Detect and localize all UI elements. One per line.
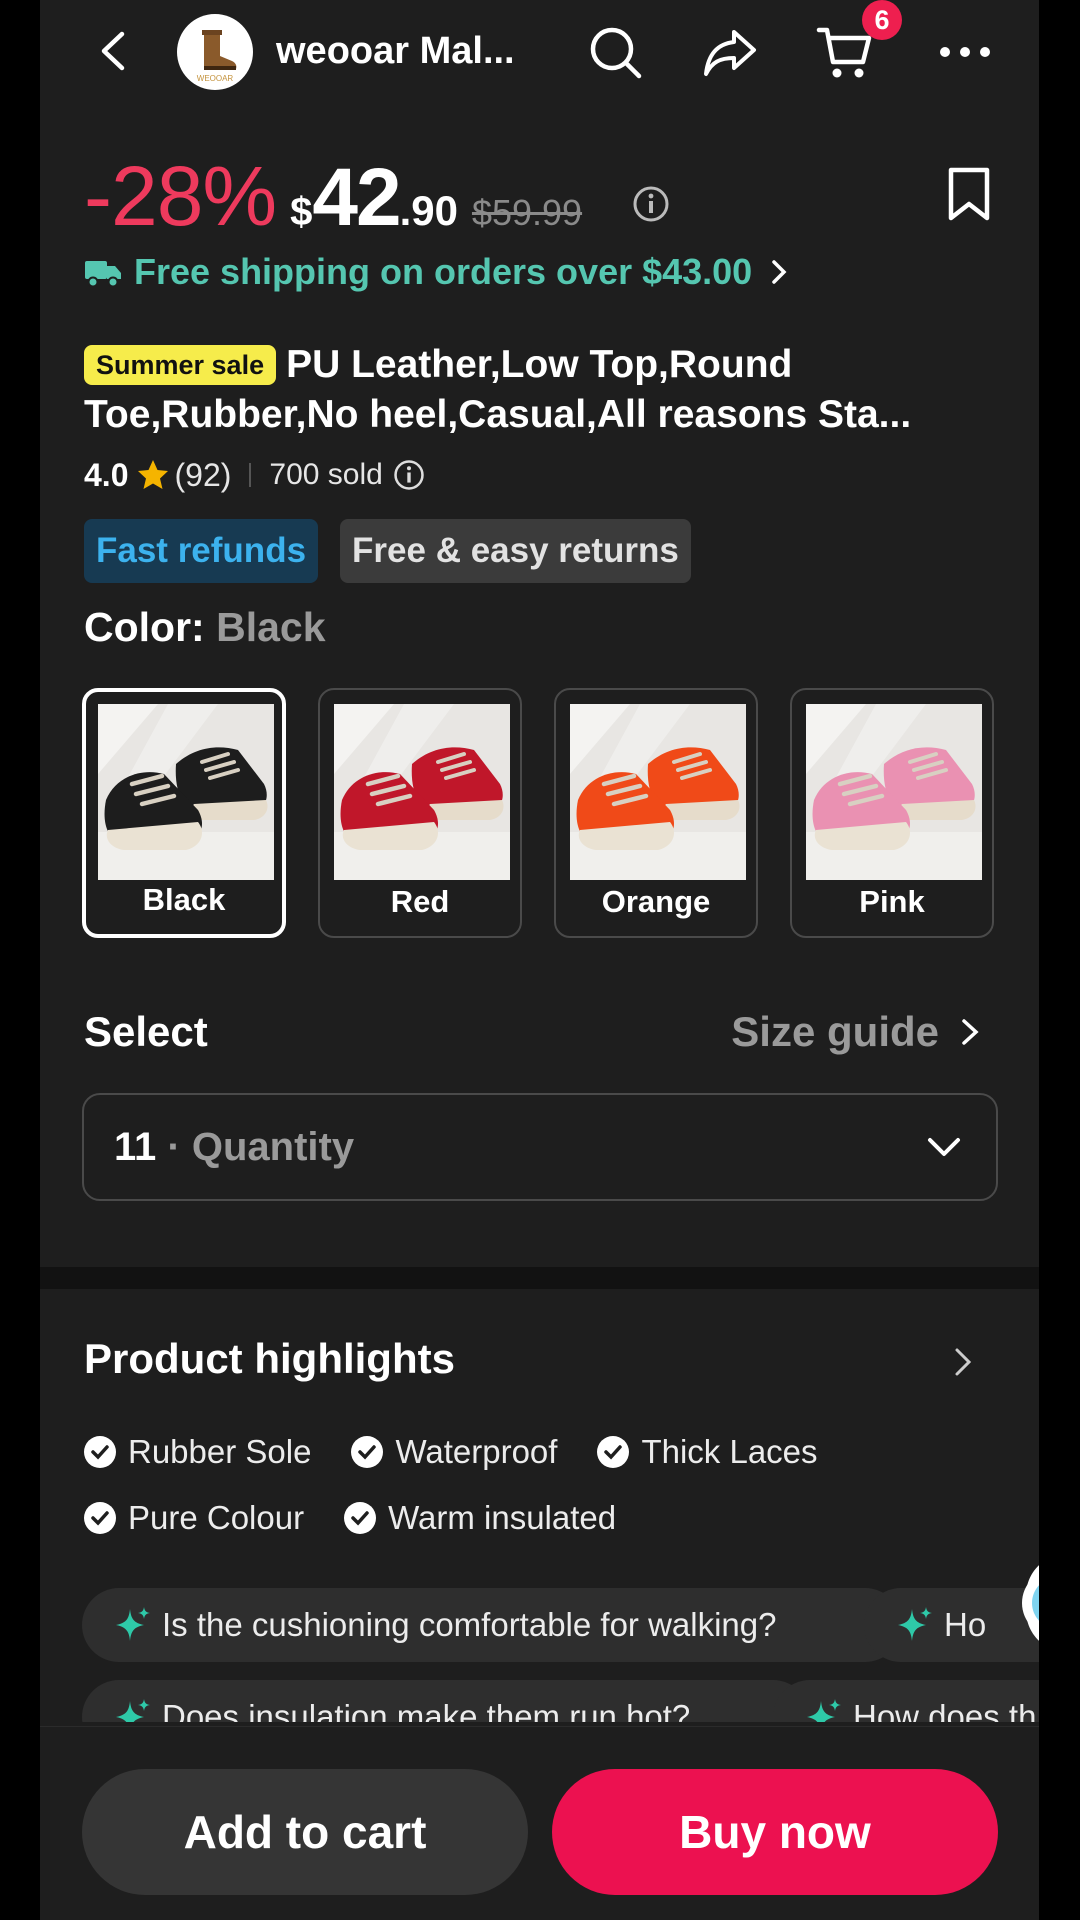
color-option-label: Red [390,884,450,919]
highlight-item: Thick Laces [597,1433,818,1471]
free-returns-badge[interactable]: Free & easy returns [340,519,691,583]
chevron-right-icon[interactable] [950,1344,976,1380]
size-quantity-select[interactable]: 11 · Quantity [82,1093,998,1201]
sold-info-icon[interactable] [393,459,425,491]
svg-text:WEOOAR: WEOOAR [197,74,234,83]
original-price: $59.99 [471,192,583,233]
price-info-icon[interactable] [632,185,670,223]
check-icon [344,1502,377,1534]
question-text: Ho [944,1606,987,1643]
check-icon [84,1502,116,1534]
boot-logo-icon: WEOOAR [197,30,237,83]
rating-row[interactable]: 4.0 (92) 700 sold [84,450,425,500]
check-icon [351,1436,384,1468]
price-row: -28% $ 42 .90 $59.99 [84,148,582,243]
shipping-info[interactable]: Free shipping on orders over $43.00 [84,248,792,296]
highlights-row-2: Pure Colour Warm insulated [84,1499,616,1537]
review-count: (92) [174,456,232,493]
cart-count-badge: 6 [862,0,902,40]
color-label-text: Color: [84,604,205,650]
color-label: Color: Black [84,604,326,651]
highlight-label: Waterproof [395,1433,558,1470]
truck-icon [85,261,121,288]
highlight-label: Pure Colour [128,1499,305,1536]
highlight-item: Waterproof [351,1433,557,1471]
check-icon [84,1436,116,1468]
highlight-label: Warm insulated [388,1499,617,1536]
color-option-orange[interactable]: Orange [554,688,758,938]
question-chip[interactable]: Is the cushioning comfortable for walkin… [82,1588,902,1662]
quantity-placeholder: Quantity [191,1124,355,1169]
size-guide-text: Size guide [731,1008,939,1055]
sparkle-icon [898,1607,932,1641]
value-separator: · [156,1124,192,1169]
highlight-label: Rubber Sole [128,1433,312,1470]
chevron-right-icon [772,260,787,284]
selected-color: Black [216,604,326,650]
highlights-row-1: Rubber Sole Waterproof Thick Laces [84,1433,818,1471]
color-option-label: Black [142,882,226,917]
bookmark-icon[interactable] [946,166,992,222]
size-guide-link[interactable]: Size guide [731,1008,983,1056]
sparkle-icon [116,1607,150,1641]
star-icon [138,460,169,489]
check-icon [597,1436,630,1468]
rating-score: 4.0 [84,456,129,493]
bottom-action-bar: Add to cart Buy now [40,1726,1039,1920]
color-swatches: Black Red Orange Pink [82,688,994,938]
color-option-label: Pink [859,884,925,919]
price-currency: $ [290,190,313,234]
service-badges: Fast refunds Free & easy returns [84,519,691,583]
summer-sale-tag: Summer sale [84,345,277,385]
size-value: 11 [114,1124,157,1169]
store-name[interactable]: weooar Mal... [276,30,515,73]
highlight-item: Rubber Sole [84,1433,311,1471]
select-label: Select [84,1008,208,1055]
shoe-image [98,704,274,880]
highlight-item: Warm insulated [344,1499,616,1537]
price-decimal: .90 [399,187,458,234]
highlight-item: Pure Colour [84,1499,304,1537]
highlights-title[interactable]: Product highlights [84,1335,455,1383]
ai-assistant-icon[interactable] [986,1548,1039,1658]
chevron-down-icon [928,1138,960,1156]
chevron-right-icon [962,1019,979,1045]
top-bar: WEOOAR weooar Mal... 6 [40,0,1039,110]
buy-now-button[interactable]: Buy now [552,1769,998,1895]
shipping-text: Free shipping on orders over $43.00 [134,251,753,292]
back-arrow-icon[interactable] [92,28,138,74]
color-option-label: Orange [601,884,711,919]
discount-percent: -28% [84,149,277,243]
price-integer: 42 [312,152,401,243]
divider [249,463,252,487]
shoe-image [334,704,510,880]
product-title: Summer sale PU Leather,Low Top,Round Toe,… [84,340,1039,440]
fast-refunds-badge[interactable]: Fast refunds [84,519,319,583]
sold-count: 700 sold [269,458,383,491]
product-page: WEOOAR weooar Mal... 6 -28% $ 42 .90 $59… [40,0,1039,1920]
shoe-image [570,704,746,880]
more-options-icon[interactable] [935,22,995,82]
color-option-red[interactable]: Red [318,688,522,938]
question-text: Is the cushioning comfortable for walkin… [162,1606,777,1643]
section-divider [40,1267,1039,1289]
share-icon[interactable] [700,22,760,82]
color-option-black[interactable]: Black [82,688,286,938]
store-logo[interactable]: WEOOAR [177,14,253,90]
search-icon[interactable] [585,22,645,82]
shoe-image [806,704,982,880]
color-option-pink[interactable]: Pink [790,688,994,938]
add-to-cart-button[interactable]: Add to cart [82,1769,528,1895]
highlight-label: Thick Laces [641,1433,818,1470]
